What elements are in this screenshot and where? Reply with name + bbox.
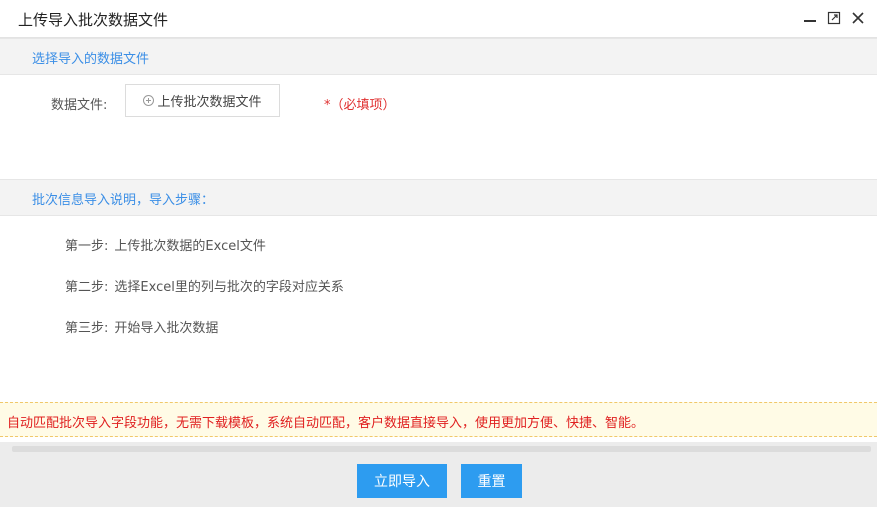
step-text: 上传批次数据的Excel文件 (114, 239, 266, 254)
instructions-section-title: 批次信息导入说明，导入步骤： (32, 193, 215, 208)
plus-circle-icon (143, 95, 155, 106)
dialog-footer: 立即导入 重置 (0, 442, 877, 507)
step-item: 第一步: 上传批次数据的Excel文件 (65, 235, 266, 254)
notice-banner: 自动匹配批次导入字段功能，无需下载模板，系统自动匹配，客户数据直接导入，使用更加… (0, 402, 877, 437)
step-label: 第二步: (65, 280, 109, 295)
data-file-label: 数据文件: (51, 98, 108, 113)
minimize-icon[interactable] (802, 10, 818, 26)
horizontal-scrollbar[interactable] (12, 446, 871, 452)
import-now-button[interactable]: 立即导入 (357, 464, 447, 498)
notice-text: 自动匹配批次导入字段功能，无需下载模板，系统自动匹配，客户数据直接导入，使用更加… (7, 416, 645, 431)
step-label: 第一步: (65, 239, 109, 254)
step-text: 选择Excel里的列与批次的字段对应关系 (114, 280, 344, 295)
dialog-title: 上传导入批次数据文件 (18, 11, 169, 29)
step-item: 第三步: 开始导入批次数据 (65, 317, 218, 336)
close-icon[interactable] (850, 10, 866, 26)
step-text: 开始导入批次数据 (114, 321, 219, 336)
upload-file-button[interactable]: 上传批次数据文件 (125, 84, 280, 117)
maximize-icon[interactable] (826, 10, 842, 26)
step-label: 第三步: (65, 321, 109, 336)
upload-section-title: 选择导入的数据文件 (32, 52, 150, 67)
dialog-titlebar: 上传导入批次数据文件 (0, 0, 877, 38)
instructions-section-header: 批次信息导入说明，导入步骤： (0, 179, 877, 216)
upload-section-header: 选择导入的数据文件 (0, 38, 877, 75)
required-note: *（必填项） (324, 98, 396, 113)
reset-button[interactable]: 重置 (461, 464, 522, 498)
step-item: 第二步: 选择Excel里的列与批次的字段对应关系 (65, 276, 344, 295)
upload-file-button-label: 上传批次数据文件 (157, 95, 262, 110)
